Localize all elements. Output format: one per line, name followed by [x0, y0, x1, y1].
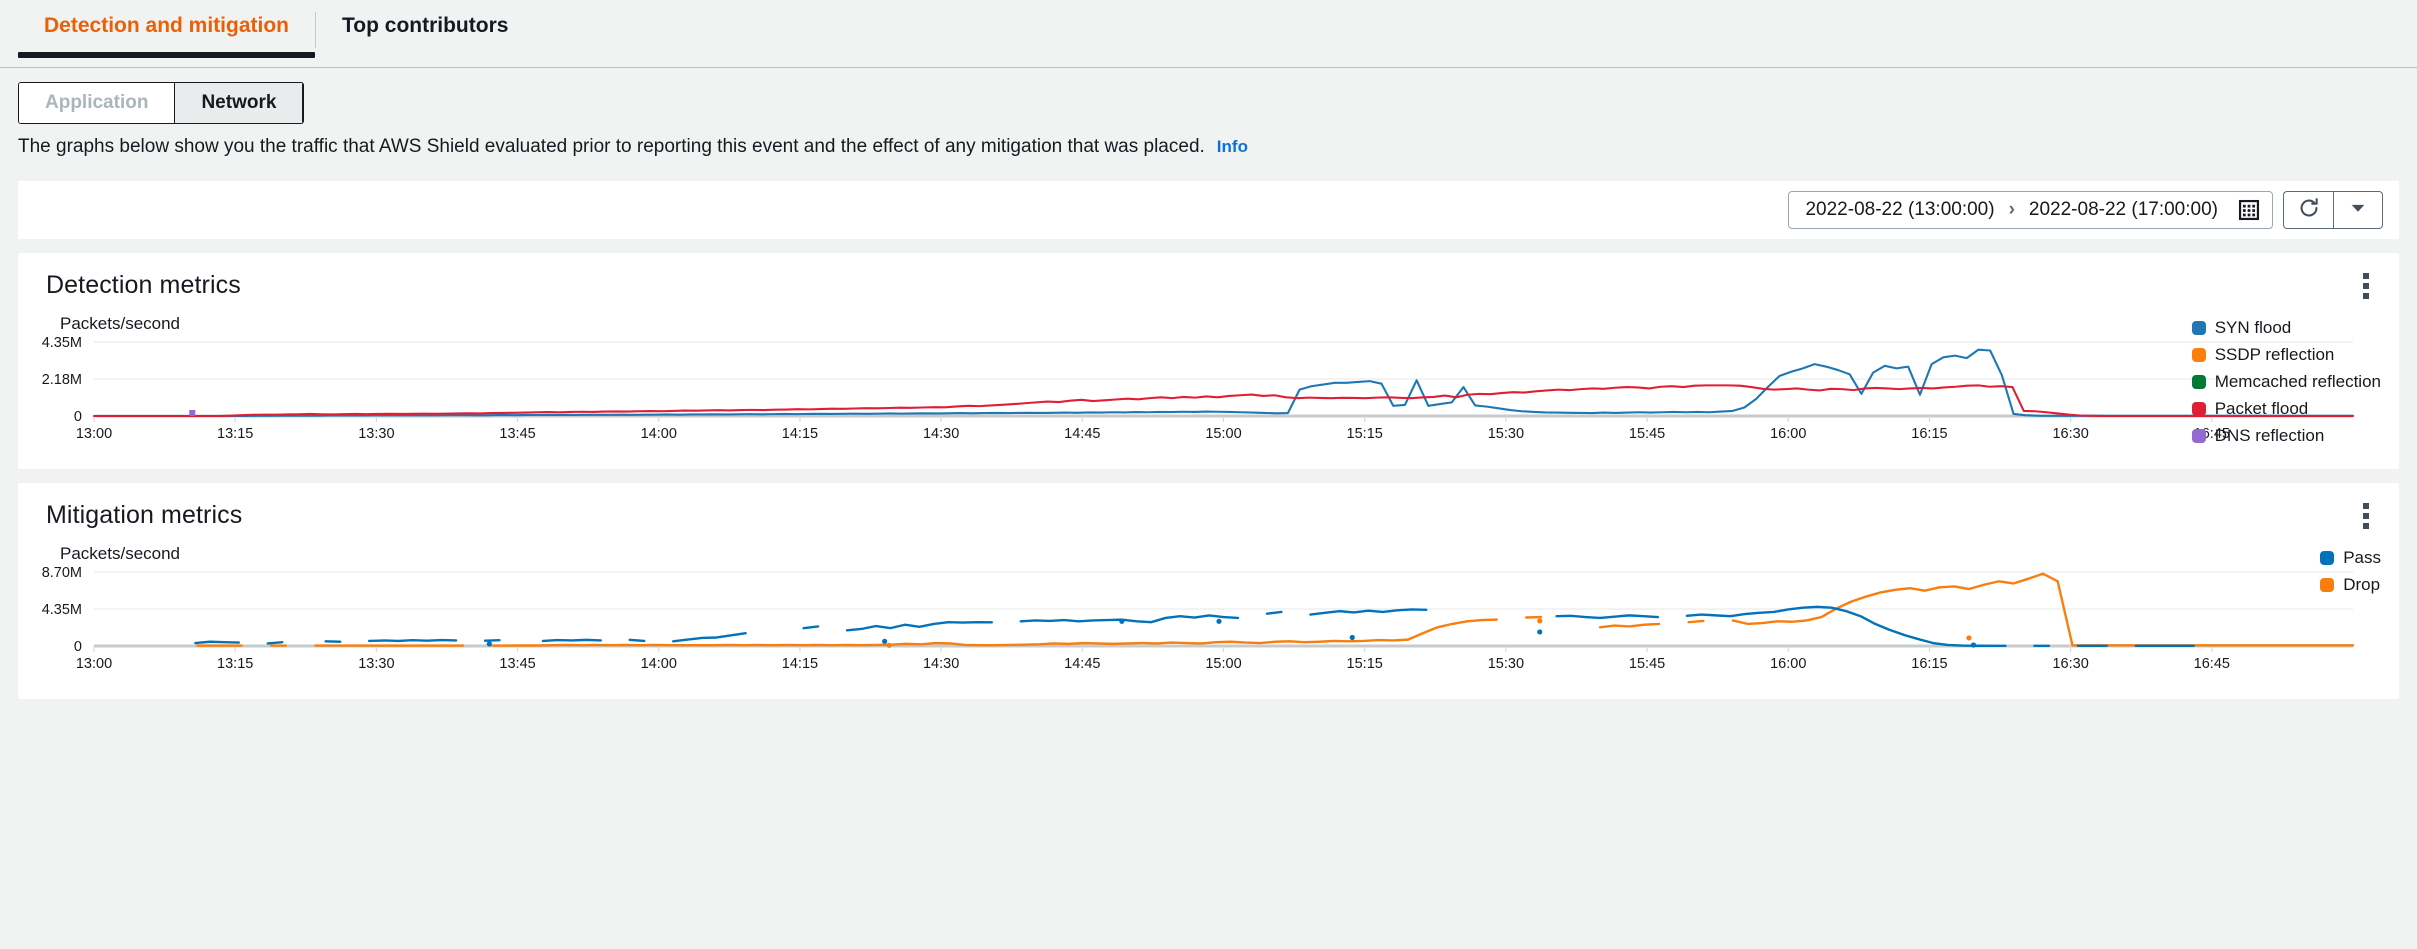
- info-link[interactable]: Info: [1217, 137, 1248, 156]
- legend-item-syn-flood[interactable]: SYN flood: [2192, 318, 2381, 338]
- svg-text:13:15: 13:15: [217, 656, 253, 672]
- tab-label: Top contributors: [342, 14, 508, 37]
- date-range-picker[interactable]: 2022-08-22 (13:00:00) › 2022-08-22 (17:0…: [1788, 191, 2273, 229]
- detection-chart-svg[interactable]: 0 2.18M 4.35M 13:00 13:15 13:30 13:45 14:00 14:1…: [18, 334, 2399, 459]
- svg-text:13:30: 13:30: [358, 426, 394, 442]
- legend-item-dns-reflection[interactable]: DNS reflection: [2192, 426, 2381, 446]
- svg-text:14:15: 14:15: [782, 656, 818, 672]
- svg-text:16:00: 16:00: [1770, 426, 1806, 442]
- mitigation-metrics-legend: Pass Drop: [2320, 548, 2381, 595]
- date-range-separator-icon: ›: [2009, 199, 2015, 221]
- svg-text:14:00: 14:00: [641, 426, 677, 442]
- refresh-interval-dropdown-button[interactable]: [2333, 191, 2383, 229]
- legend-label: SSDP reflection: [2215, 345, 2335, 365]
- svg-text:15:00: 15:00: [1205, 656, 1241, 672]
- segment-application[interactable]: Application: [19, 83, 174, 123]
- legend-swatch: [2192, 402, 2206, 416]
- refresh-icon: [2297, 196, 2321, 225]
- svg-text:15:45: 15:45: [1629, 656, 1665, 672]
- detection-metrics-y-axis-label: Packets/second: [18, 300, 2399, 334]
- legend-label: Pass: [2343, 548, 2381, 568]
- svg-text:14:45: 14:45: [1064, 656, 1100, 672]
- legend-label: Packet flood: [2215, 399, 2309, 419]
- svg-text:14:00: 14:00: [641, 656, 677, 672]
- svg-text:16:15: 16:15: [1911, 426, 1947, 442]
- tab-bar: Detection and mitigation Top contributor…: [0, 0, 2417, 68]
- legend-swatch: [2320, 551, 2334, 565]
- detection-metrics-kebab-menu-icon[interactable]: [2355, 271, 2377, 301]
- detection-metrics-card: Detection metrics Packets/second 0 2.18M 4…: [18, 253, 2399, 469]
- svg-text:16:30: 16:30: [2052, 656, 2088, 672]
- detection-metrics-legend: SYN flood SSDP reflection Memcached refl…: [2192, 318, 2381, 446]
- legend-swatch: [2192, 348, 2206, 362]
- calendar-icon[interactable]: [2238, 199, 2260, 221]
- segment-network[interactable]: Network: [174, 83, 303, 123]
- detection-metrics-plot: 0 2.18M 4.35M 13:00 13:15 13:30 13:45 14:00 14:1…: [18, 334, 2399, 459]
- mitigation-metrics-kebab-menu-icon[interactable]: [2355, 501, 2377, 531]
- legend-swatch: [2192, 375, 2206, 389]
- svg-text:15:30: 15:30: [1488, 426, 1524, 442]
- svg-text:13:00: 13:00: [76, 656, 112, 672]
- mitigation-metrics-card: Mitigation metrics Packets/second 0 4.35M…: [18, 483, 2399, 699]
- chart-toolbar: 2022-08-22 (13:00:00) › 2022-08-22 (17:0…: [18, 181, 2399, 239]
- svg-text:0: 0: [74, 639, 82, 655]
- svg-text:4.35M: 4.35M: [42, 335, 82, 351]
- detection-metrics-title: Detection metrics: [18, 271, 2399, 300]
- page-description: The graphs below show you the traffic th…: [0, 124, 2417, 159]
- svg-text:13:00: 13:00: [76, 426, 112, 442]
- legend-label: Memcached reflection: [2215, 372, 2381, 392]
- legend-item-memcached-reflection[interactable]: Memcached reflection: [2192, 372, 2381, 392]
- svg-text:4.35M: 4.35M: [42, 602, 82, 618]
- svg-text:14:45: 14:45: [1064, 426, 1100, 442]
- svg-text:15:15: 15:15: [1347, 426, 1383, 442]
- mitigation-metrics-title: Mitigation metrics: [18, 501, 2399, 530]
- mitigation-chart-svg[interactable]: 0 4.35M 8.70M 13:00 13:15 13:30 13:45 14:00 14:1…: [18, 564, 2399, 689]
- legend-label: DNS reflection: [2215, 426, 2325, 446]
- svg-text:16:15: 16:15: [1911, 656, 1947, 672]
- svg-text:13:30: 13:30: [358, 656, 394, 672]
- svg-text:13:45: 13:45: [499, 426, 535, 442]
- description-text: The graphs below show you the traffic th…: [18, 136, 1205, 157]
- date-range-end: 2022-08-22 (17:00:00): [2029, 199, 2218, 221]
- svg-text:15:15: 15:15: [1347, 656, 1383, 672]
- svg-text:16:30: 16:30: [2052, 426, 2088, 442]
- tab-detection-and-mitigation[interactable]: Detection and mitigation: [18, 0, 315, 58]
- legend-swatch: [2192, 429, 2206, 443]
- svg-text:16:45: 16:45: [2194, 656, 2230, 672]
- legend-swatch: [2320, 578, 2334, 592]
- svg-text:2.18M: 2.18M: [42, 372, 82, 388]
- refresh-button[interactable]: [2283, 191, 2333, 229]
- svg-text:15:45: 15:45: [1629, 426, 1665, 442]
- legend-item-packet-flood[interactable]: Packet flood: [2192, 399, 2381, 419]
- legend-label: SYN flood: [2215, 318, 2292, 338]
- svg-text:13:45: 13:45: [499, 656, 535, 672]
- legend-item-ssdp-reflection[interactable]: SSDP reflection: [2192, 345, 2381, 365]
- svg-text:14:30: 14:30: [923, 426, 959, 442]
- svg-text:15:30: 15:30: [1488, 656, 1524, 672]
- mitigation-metrics-y-axis-label: Packets/second: [18, 530, 2399, 564]
- chevron-down-icon: [2348, 198, 2368, 223]
- svg-text:8.70M: 8.70M: [42, 565, 82, 581]
- scope-segmented-control[interactable]: Application Network: [18, 82, 304, 124]
- legend-item-pass[interactable]: Pass: [2320, 548, 2381, 568]
- toolbar-button-group: [2283, 191, 2383, 229]
- svg-text:14:30: 14:30: [923, 656, 959, 672]
- scope-selector-wrap: Application Network: [0, 68, 2417, 124]
- legend-swatch: [2192, 321, 2206, 335]
- tab-label: Detection and mitigation: [44, 14, 289, 37]
- svg-text:16:00: 16:00: [1770, 656, 1806, 672]
- svg-text:13:15: 13:15: [217, 426, 253, 442]
- date-range-start: 2022-08-22 (13:00:00): [1805, 199, 1994, 221]
- legend-label: Drop: [2343, 575, 2380, 595]
- svg-text:0: 0: [74, 409, 82, 425]
- mitigation-metrics-plot: 0 4.35M 8.70M 13:00 13:15 13:30 13:45 14:00 14:1…: [18, 564, 2399, 689]
- tab-top-contributors[interactable]: Top contributors: [316, 0, 534, 58]
- legend-item-drop[interactable]: Drop: [2320, 575, 2381, 595]
- svg-text:14:15: 14:15: [782, 426, 818, 442]
- svg-text:15:00: 15:00: [1205, 426, 1241, 442]
